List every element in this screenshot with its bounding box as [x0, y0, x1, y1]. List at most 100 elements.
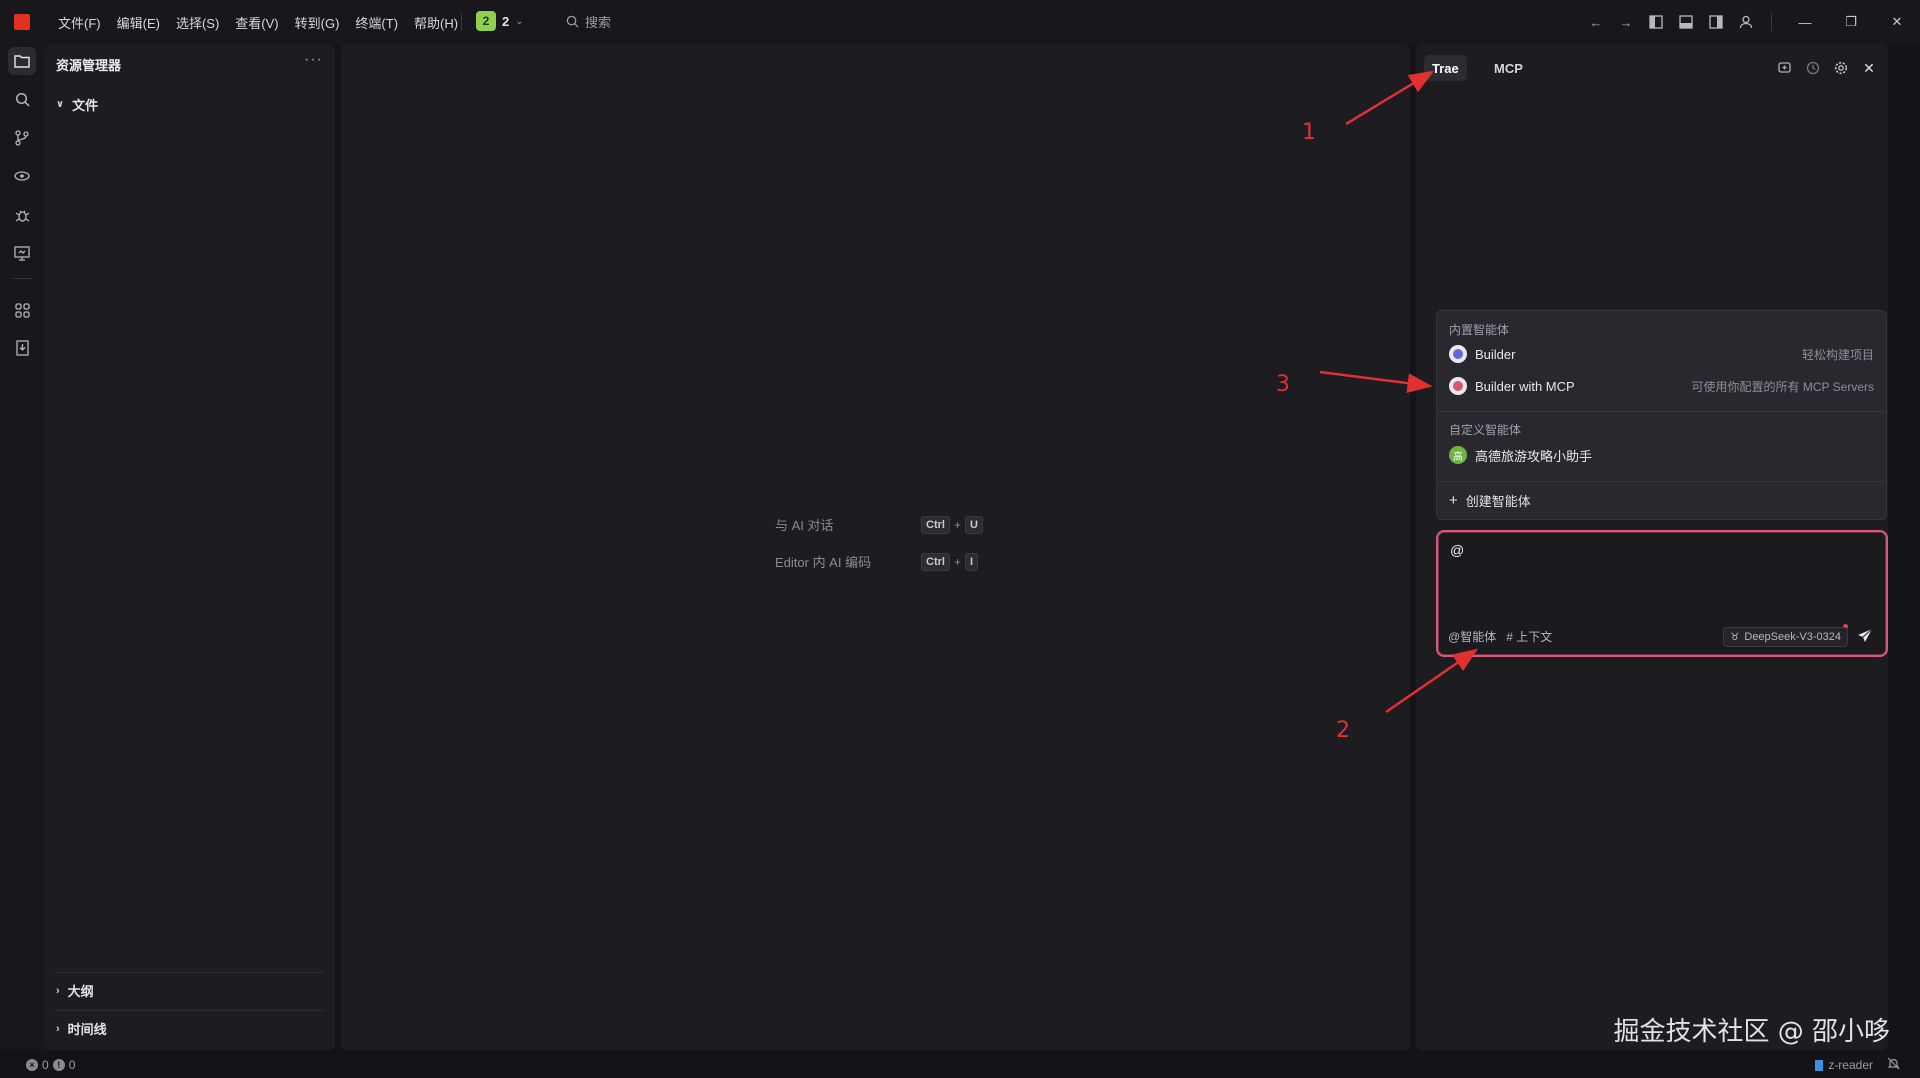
menu-goto[interactable]: 转到(G) [287, 13, 348, 32]
agent-description: 可使用你配置的所有 MCP Servers [1691, 379, 1874, 394]
menu-divider [1437, 411, 1886, 412]
watermark: 掘金技术社区 @ 邵小哆 [1613, 1017, 1890, 1047]
preview-icon[interactable] [8, 239, 36, 267]
shortcut-hint-chat: 与 AI 对话 Ctrl + U [775, 515, 983, 534]
annotation-1: 1 [1302, 120, 1316, 145]
agent-option-builder[interactable]: Builder 轻松构建项目 [1449, 341, 1874, 367]
add-context-button[interactable]: # 上下文 [1506, 628, 1552, 645]
editor-area: 与 AI 对话 Ctrl + U Editor 内 AI 编码 Ctrl + I [341, 44, 1410, 1050]
files-section-label: 文件 [72, 98, 99, 113]
key-cap: Ctrl [921, 552, 950, 571]
agent-name: 高德旅游攻略小助手 [1475, 448, 1593, 464]
custom-agent-avatar: 高 [1449, 446, 1467, 464]
search-box[interactable]: 搜索 [566, 12, 611, 31]
menu-file[interactable]: 文件(F) [50, 13, 109, 32]
reader-icon[interactable] [8, 334, 36, 362]
close-window-icon[interactable]: ✕ [1874, 0, 1920, 44]
settings-icon[interactable] [1830, 57, 1852, 79]
hint-label: 与 AI 对话 [775, 518, 834, 533]
chat-tools: @智能体 # 上下文 [1448, 628, 1552, 645]
remote-icon[interactable] [8, 162, 36, 190]
model-name: DeepSeek-V3-0324 [1744, 631, 1841, 643]
custom-group-label: 自定义智能体 [1449, 423, 1522, 437]
status-right: z-reader [1815, 1057, 1900, 1073]
send-button[interactable] [1854, 625, 1876, 647]
plus-sign: + [953, 554, 961, 569]
menu-terminal[interactable]: 终端(T) [347, 13, 406, 32]
chevron-right-icon: › [56, 1022, 60, 1035]
back-arrow-icon[interactable]: ← [1581, 7, 1611, 37]
problems-indicator[interactable]: × 0 ! 0 [26, 1058, 75, 1072]
chat-input[interactable]: @ @智能体 # 上下文 ♉ DeepSeek-V3-0324 [1436, 530, 1888, 657]
key-cap: I [964, 552, 979, 571]
toggle-right-panel-icon[interactable] [1701, 7, 1731, 37]
agent-name: Builder [1475, 346, 1516, 362]
agent-dropdown: 内置智能体 Builder 轻松构建项目 Builder with MCP 可使… [1436, 310, 1887, 520]
project-count: 2 [502, 13, 510, 29]
explorer-icon[interactable] [8, 47, 36, 75]
tab-trae[interactable]: Trae [1424, 55, 1467, 81]
forward-arrow-icon[interactable]: → [1611, 7, 1641, 37]
ide-window: 文件(F) 编辑(E) 选择(S) 查看(V) 转到(G) 终端(T) 帮助(H… [0, 0, 1920, 1078]
explorer-sidebar: 资源管理器 ··· ∨ 文件 › 大纲 › 时间线 [44, 44, 335, 1050]
debug-icon[interactable] [8, 201, 36, 229]
z-reader-item[interactable]: z-reader [1815, 1058, 1873, 1072]
extensions-icon[interactable] [8, 296, 36, 324]
history-icon[interactable] [1802, 57, 1824, 79]
new-chat-icon[interactable] [1774, 57, 1796, 79]
model-selector[interactable]: ♉ DeepSeek-V3-0324 [1723, 627, 1848, 647]
builder-avatar-icon [1449, 345, 1467, 363]
chevron-down-icon: ∨ [56, 99, 65, 110]
search-label: 搜索 [585, 15, 612, 30]
toggle-bottom-panel-icon[interactable] [1671, 7, 1701, 37]
menu-bar: 文件(F) 编辑(E) 选择(S) 查看(V) 转到(G) 终端(T) 帮助(H… [50, 0, 466, 44]
plus-sign: + [953, 517, 961, 532]
close-icon[interactable]: ✕ [1858, 57, 1880, 79]
key-cap: U [964, 515, 983, 534]
files-section-header[interactable]: ∨ 文件 [56, 95, 98, 114]
title-divider [461, 13, 462, 31]
agent-option-builder-mcp[interactable]: Builder with MCP 可使用你配置的所有 MCP Servers [1449, 373, 1874, 399]
tab-mcp[interactable]: MCP [1486, 55, 1531, 81]
timeline-section-header[interactable]: › 时间线 [56, 1019, 107, 1038]
activity-bar [0, 44, 44, 1050]
menu-help[interactable]: 帮助(H) [406, 13, 466, 32]
outline-section-label: 大纲 [67, 984, 94, 999]
plus-icon: + [1449, 492, 1458, 509]
agent-option-custom[interactable]: 高 高德旅游攻略小助手 [1449, 442, 1874, 468]
search-icon[interactable] [8, 85, 36, 113]
account-icon[interactable] [1731, 7, 1761, 37]
mention-agent-button[interactable]: @智能体 [1448, 628, 1496, 645]
agent-tool-label: 智能体 [1460, 630, 1497, 644]
annotation-2: 2 [1336, 718, 1350, 743]
annotation-3: 3 [1276, 372, 1290, 397]
source-control-icon[interactable] [8, 124, 36, 152]
title-bar-controls: ← → — ❐ ✕ [1581, 0, 1920, 44]
deepseek-icon: ♉ [1730, 631, 1740, 643]
agent-description: 轻松构建项目 [1801, 347, 1874, 362]
status-bar: × 0 ! 0 z-reader [0, 1052, 1920, 1078]
agent-name: Builder with MCP [1475, 378, 1575, 394]
context-tool-label: 上下文 [1516, 630, 1553, 644]
more-actions-icon[interactable]: ··· [304, 51, 323, 69]
shortcut-hint-inline: Editor 内 AI 编码 Ctrl + I [775, 552, 979, 571]
controls-divider [1771, 13, 1772, 31]
builtin-group-label: 内置智能体 [1449, 323, 1510, 337]
minimize-icon[interactable]: — [1782, 0, 1828, 44]
toggle-left-panel-icon[interactable] [1641, 7, 1671, 37]
warning-icon: ! [52, 1059, 65, 1071]
chevron-right-icon: › [56, 984, 60, 997]
project-badge: 2 [476, 11, 496, 31]
app-logo [14, 14, 30, 30]
title-bar: 文件(F) 编辑(E) 选择(S) 查看(V) 转到(G) 终端(T) 帮助(H… [0, 0, 1920, 44]
menu-edit[interactable]: 编辑(E) [109, 13, 168, 32]
notifications-off-icon[interactable] [1887, 1057, 1900, 1073]
menu-view[interactable]: 查看(V) [227, 13, 286, 32]
activity-divider [12, 278, 32, 279]
outline-section-header[interactable]: › 大纲 [56, 981, 94, 1000]
project-switcher[interactable]: 2 2 ⌄ [476, 11, 524, 31]
create-agent-button[interactable]: + 创建智能体 [1449, 491, 1531, 510]
menu-selection[interactable]: 选择(S) [168, 13, 227, 32]
send-icon [1858, 628, 1873, 642]
restore-icon[interactable]: ❐ [1828, 0, 1874, 44]
